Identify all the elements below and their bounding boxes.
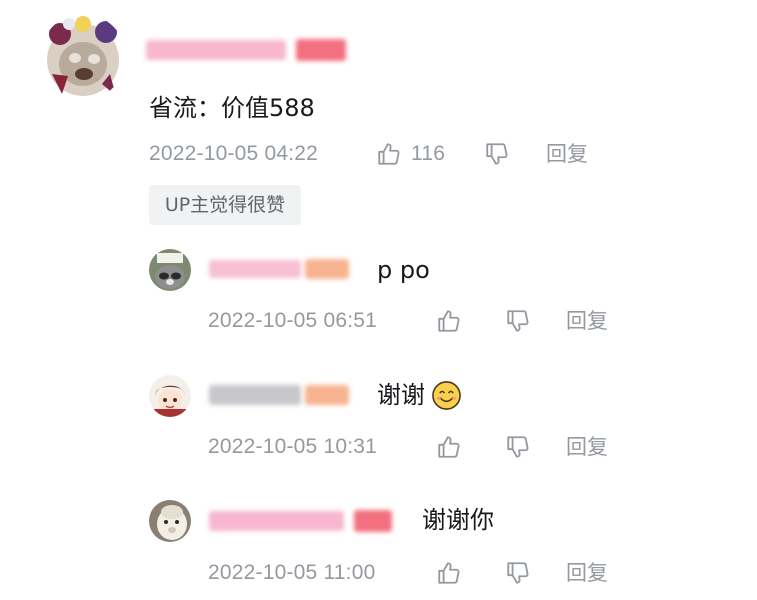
thumbs-down-icon[interactable]: [505, 434, 531, 460]
main-avatar[interactable]: [40, 14, 126, 100]
smile-emoji-icon: [431, 380, 462, 411]
thumbs-down-icon[interactable]: [484, 141, 510, 167]
reply-button[interactable]: 回复: [566, 434, 608, 460]
reply-avatar[interactable]: [149, 375, 191, 417]
thumbs-up-icon[interactable]: [436, 434, 462, 460]
reply-avatar[interactable]: [149, 249, 191, 291]
reply-text: 谢谢: [377, 381, 425, 409]
thumbs-up-icon[interactable]: [436, 308, 462, 334]
main-comment-time: 2022-10-05 04:22: [149, 142, 319, 165]
thumbs-up-icon[interactable]: [376, 141, 402, 167]
reply-button[interactable]: 回复: [566, 308, 608, 334]
up-liked-badge: UP主觉得很赞: [149, 185, 301, 225]
like-count: 116: [411, 142, 446, 165]
thumbs-down-icon[interactable]: [505, 560, 531, 586]
reply-time: 2022-10-05 11:00: [208, 561, 376, 584]
reply-text: p po: [377, 256, 430, 284]
reply-button[interactable]: 回复: [546, 141, 588, 167]
reply-text: 谢谢你: [422, 506, 494, 534]
reply-button[interactable]: 回复: [566, 560, 608, 586]
reply-time: 2022-10-05 10:31: [208, 435, 378, 458]
main-comment-text: 省流：价值588: [149, 94, 315, 122]
thumbs-down-icon[interactable]: [505, 308, 531, 334]
thumbs-up-icon[interactable]: [436, 560, 462, 586]
reply-avatar[interactable]: [149, 500, 191, 542]
reply-time: 2022-10-05 06:51: [208, 309, 378, 332]
